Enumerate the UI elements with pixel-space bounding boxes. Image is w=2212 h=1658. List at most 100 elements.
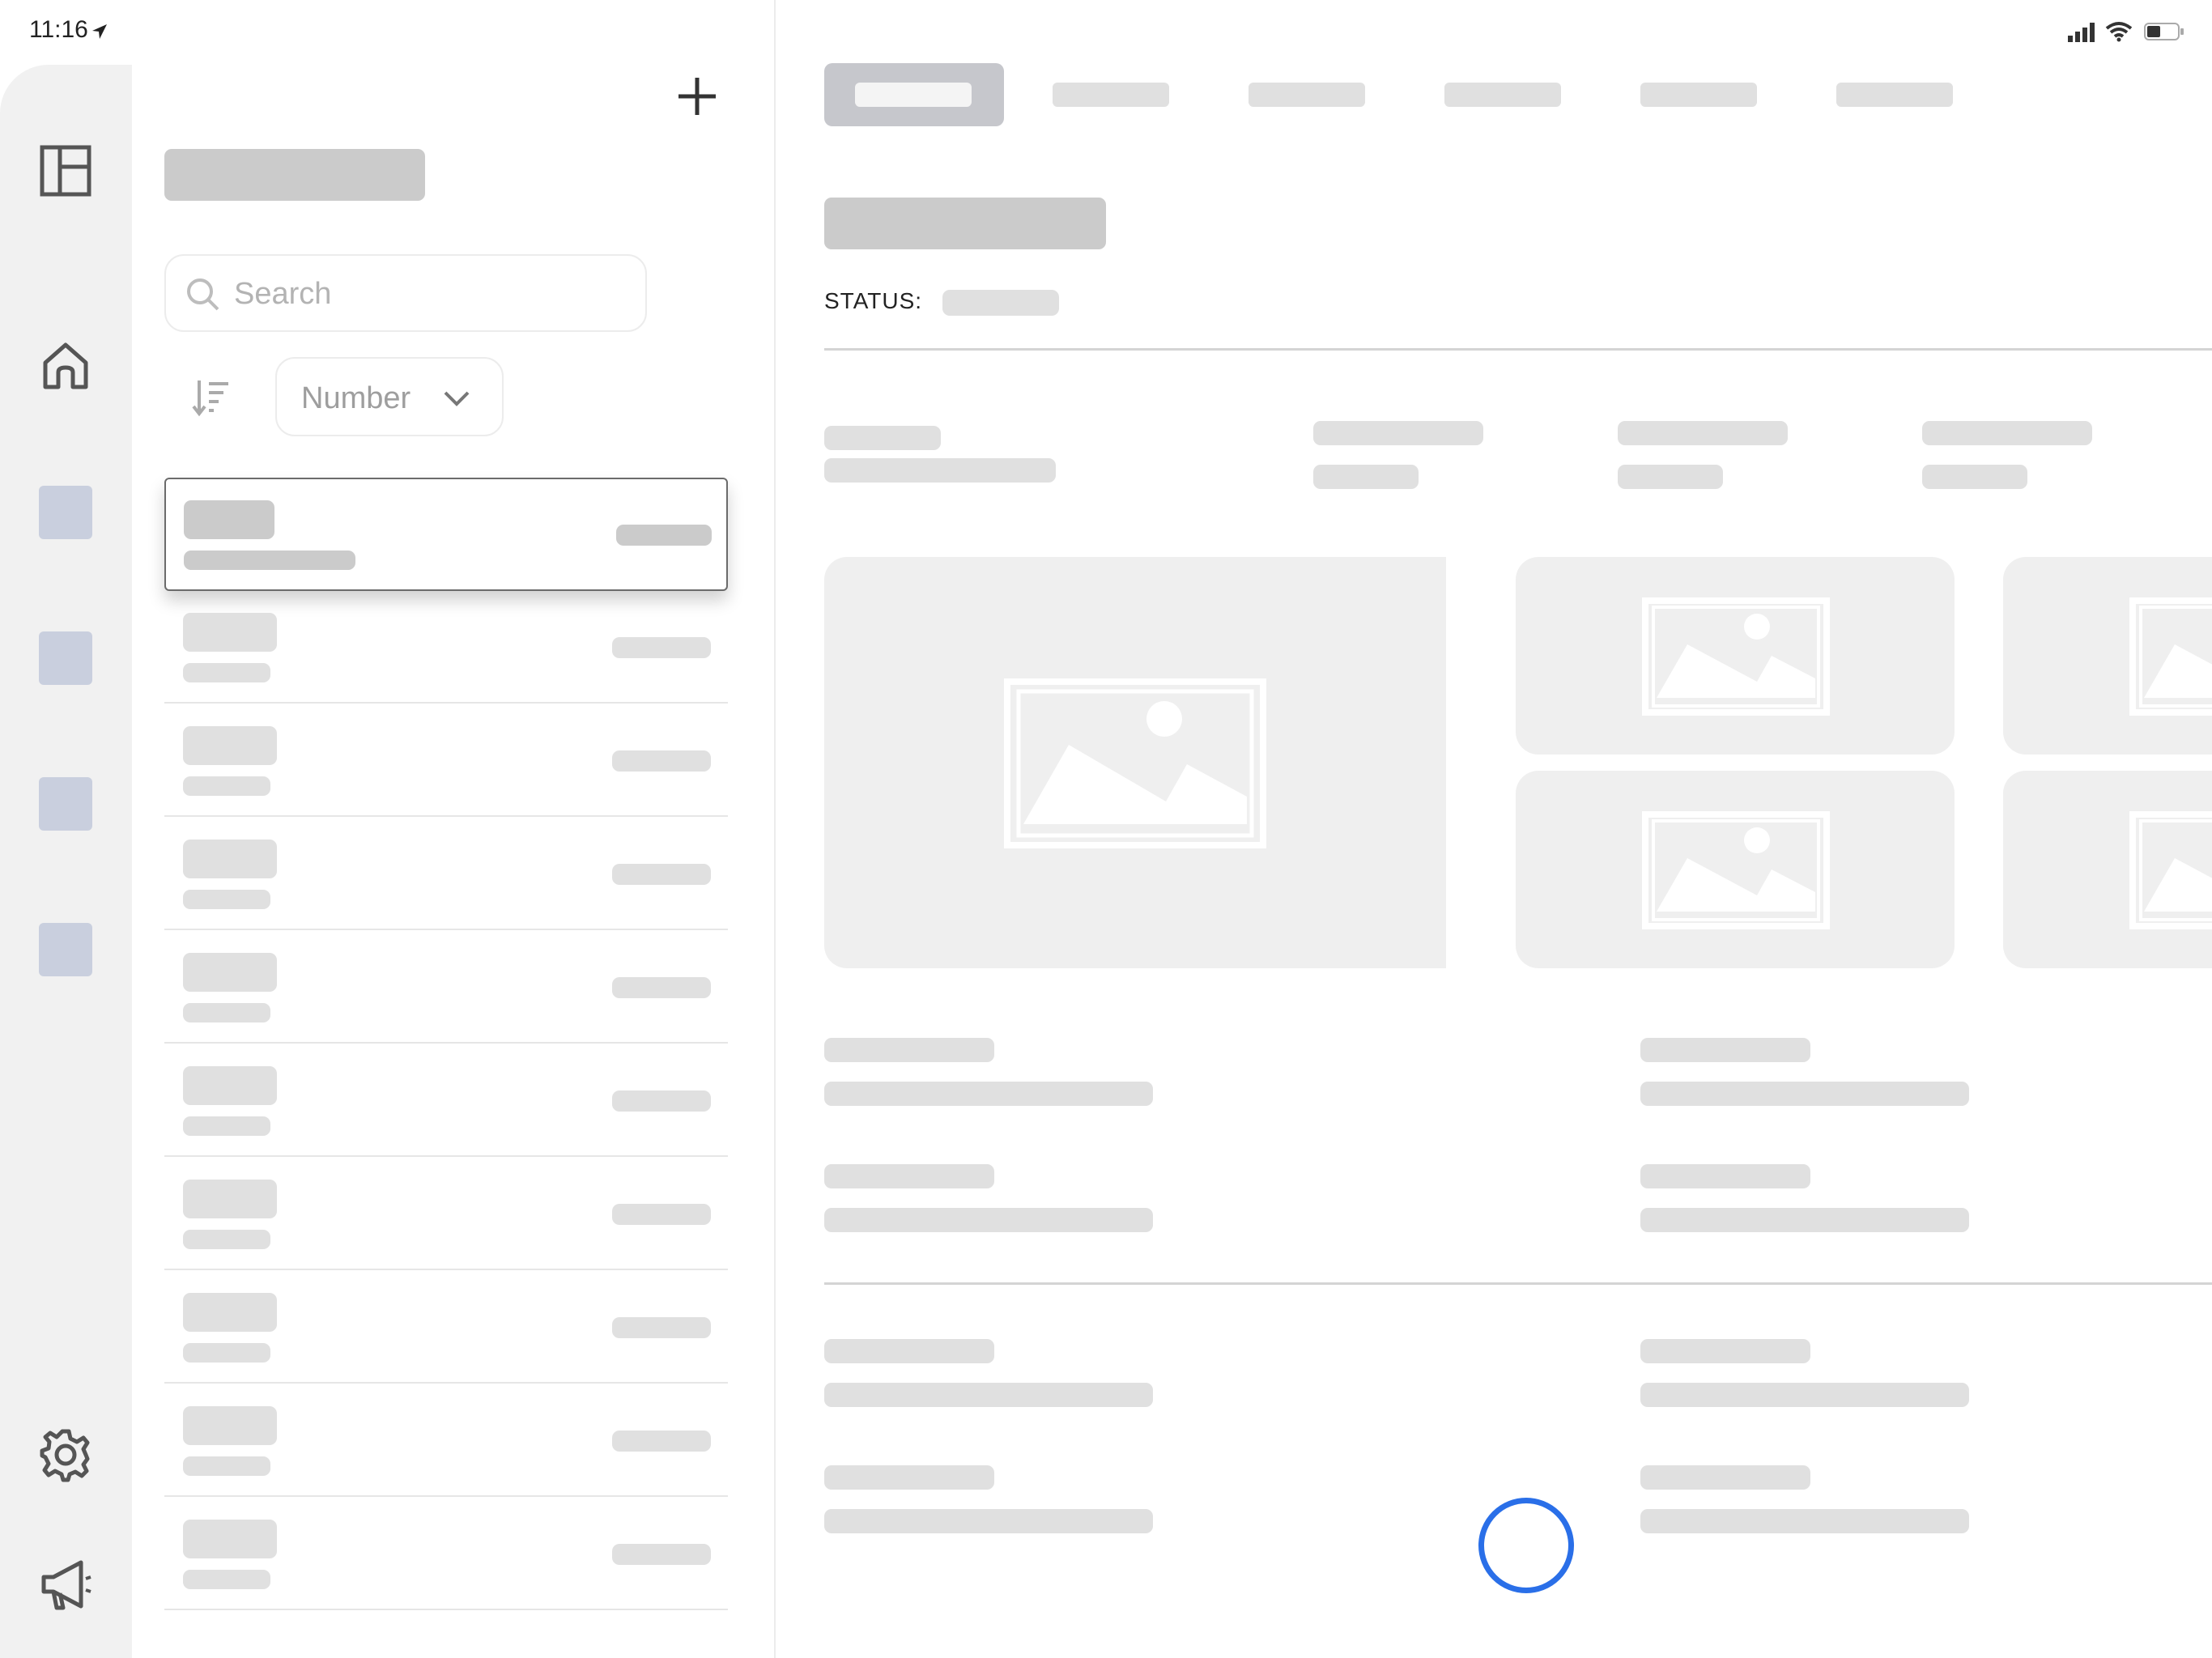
list-item[interactable] [164, 930, 728, 1044]
item-subtitle-placeholder [183, 1003, 270, 1022]
field-value-placeholder [1640, 1509, 1969, 1533]
nav-item-4[interactable] [39, 923, 92, 976]
item-value-placeholder [616, 525, 712, 546]
nav-item-3[interactable] [39, 777, 92, 831]
field-value-placeholder [1640, 1208, 1969, 1232]
tab-3[interactable] [1249, 83, 1365, 107]
item-value-placeholder [612, 864, 711, 885]
item-value-placeholder [612, 637, 711, 658]
item-subtitle-placeholder [183, 1230, 270, 1249]
item-value-placeholder [612, 750, 711, 772]
tab-4[interactable] [1444, 83, 1561, 107]
item-title-placeholder [183, 953, 277, 992]
gear-icon[interactable] [37, 1426, 94, 1483]
list-item[interactable] [164, 1384, 728, 1497]
tab-2[interactable] [1053, 83, 1169, 107]
field-label-placeholder [1640, 1038, 1810, 1062]
item-subtitle-placeholder [183, 776, 270, 796]
list-item[interactable] [164, 1270, 728, 1384]
status-value-placeholder [942, 290, 1059, 316]
image-icon [1004, 678, 1266, 848]
item-title-placeholder [183, 1293, 277, 1332]
wifi-icon [2105, 22, 2133, 42]
field-label-placeholder [1618, 421, 1788, 445]
image-placeholder[interactable] [2003, 771, 2212, 968]
field-label-placeholder [1640, 1164, 1810, 1188]
sort-select[interactable]: Number [275, 357, 504, 436]
field-value-placeholder [824, 1208, 1153, 1232]
item-title-placeholder [183, 1406, 277, 1445]
field-label-placeholder [1640, 1465, 1810, 1490]
search-input[interactable]: Search [164, 254, 647, 332]
list-title-placeholder [164, 149, 425, 201]
status-time: 11:16 [29, 16, 88, 43]
field-value-placeholder [1922, 465, 2027, 489]
item-subtitle-placeholder [183, 1343, 270, 1363]
battery-icon [2144, 23, 2184, 40]
item-value-placeholder [612, 1317, 711, 1338]
list-item[interactable] [164, 590, 728, 704]
image-placeholder[interactable] [1516, 557, 1955, 755]
sidebar-layout-icon[interactable] [37, 142, 94, 199]
field-value-placeholder [1618, 465, 1723, 489]
search-placeholder: Search [234, 277, 332, 311]
item-value-placeholder [612, 1431, 711, 1452]
item-subtitle-placeholder [183, 663, 270, 682]
tab-6[interactable] [1836, 83, 1953, 107]
field-value-placeholder [824, 458, 1056, 483]
item-subtitle-placeholder [183, 1456, 270, 1476]
item-value-placeholder [612, 1204, 711, 1225]
status-label: STATUS: [824, 288, 923, 313]
field-label-placeholder [824, 1339, 994, 1363]
list-separator [164, 1609, 728, 1610]
image-placeholder[interactable] [2003, 557, 2212, 755]
chevron-down-icon [444, 391, 470, 406]
field-value-placeholder [824, 1082, 1153, 1106]
item-value-placeholder [612, 1544, 711, 1565]
list-item[interactable] [164, 817, 728, 930]
image-icon [2129, 597, 2212, 716]
item-title-placeholder [183, 726, 277, 765]
sort-icon[interactable] [191, 377, 232, 418]
item-subtitle-placeholder [184, 551, 355, 570]
divider [824, 348, 2212, 351]
nav-item-2[interactable] [39, 631, 92, 685]
item-title-placeholder [184, 500, 274, 539]
nav-rail [0, 65, 132, 1658]
cellular-signal-icon [2068, 23, 2095, 42]
location-arrow-icon [92, 24, 107, 39]
tab-1[interactable] [824, 63, 1004, 126]
image-icon [2129, 811, 2212, 929]
field-label-placeholder [824, 1465, 994, 1490]
plus-icon[interactable] [677, 76, 717, 117]
field-label-placeholder [824, 1164, 994, 1188]
image-icon [1642, 597, 1830, 716]
tab-label-placeholder [855, 83, 972, 107]
item-title-placeholder [183, 840, 277, 878]
home-icon[interactable] [37, 337, 94, 393]
image-icon [1642, 811, 1830, 929]
list-item[interactable] [164, 478, 728, 591]
field-value-placeholder [824, 1509, 1153, 1533]
image-placeholder[interactable] [1516, 771, 1955, 968]
image-placeholder-large[interactable] [824, 557, 1446, 968]
touch-indicator [1478, 1498, 1574, 1593]
list-item[interactable] [164, 1157, 728, 1270]
list-item[interactable] [164, 1497, 728, 1610]
field-value-placeholder [1640, 1383, 1969, 1407]
item-title-placeholder [183, 613, 277, 652]
field-value-placeholder [1313, 465, 1419, 489]
field-value-placeholder [1640, 1082, 1969, 1106]
field-label-placeholder [824, 1038, 994, 1062]
megaphone-icon[interactable] [37, 1556, 94, 1613]
field-label-placeholder [1640, 1339, 1810, 1363]
list-item[interactable] [164, 1044, 728, 1157]
nav-item-1[interactable] [39, 486, 92, 539]
sort-select-value: Number [301, 381, 411, 415]
list-item[interactable] [164, 704, 728, 817]
tab-5[interactable] [1640, 83, 1757, 107]
item-title-placeholder [183, 1066, 277, 1105]
item-title-placeholder [183, 1520, 277, 1558]
item-subtitle-placeholder [183, 1116, 270, 1136]
search-icon [187, 278, 219, 311]
